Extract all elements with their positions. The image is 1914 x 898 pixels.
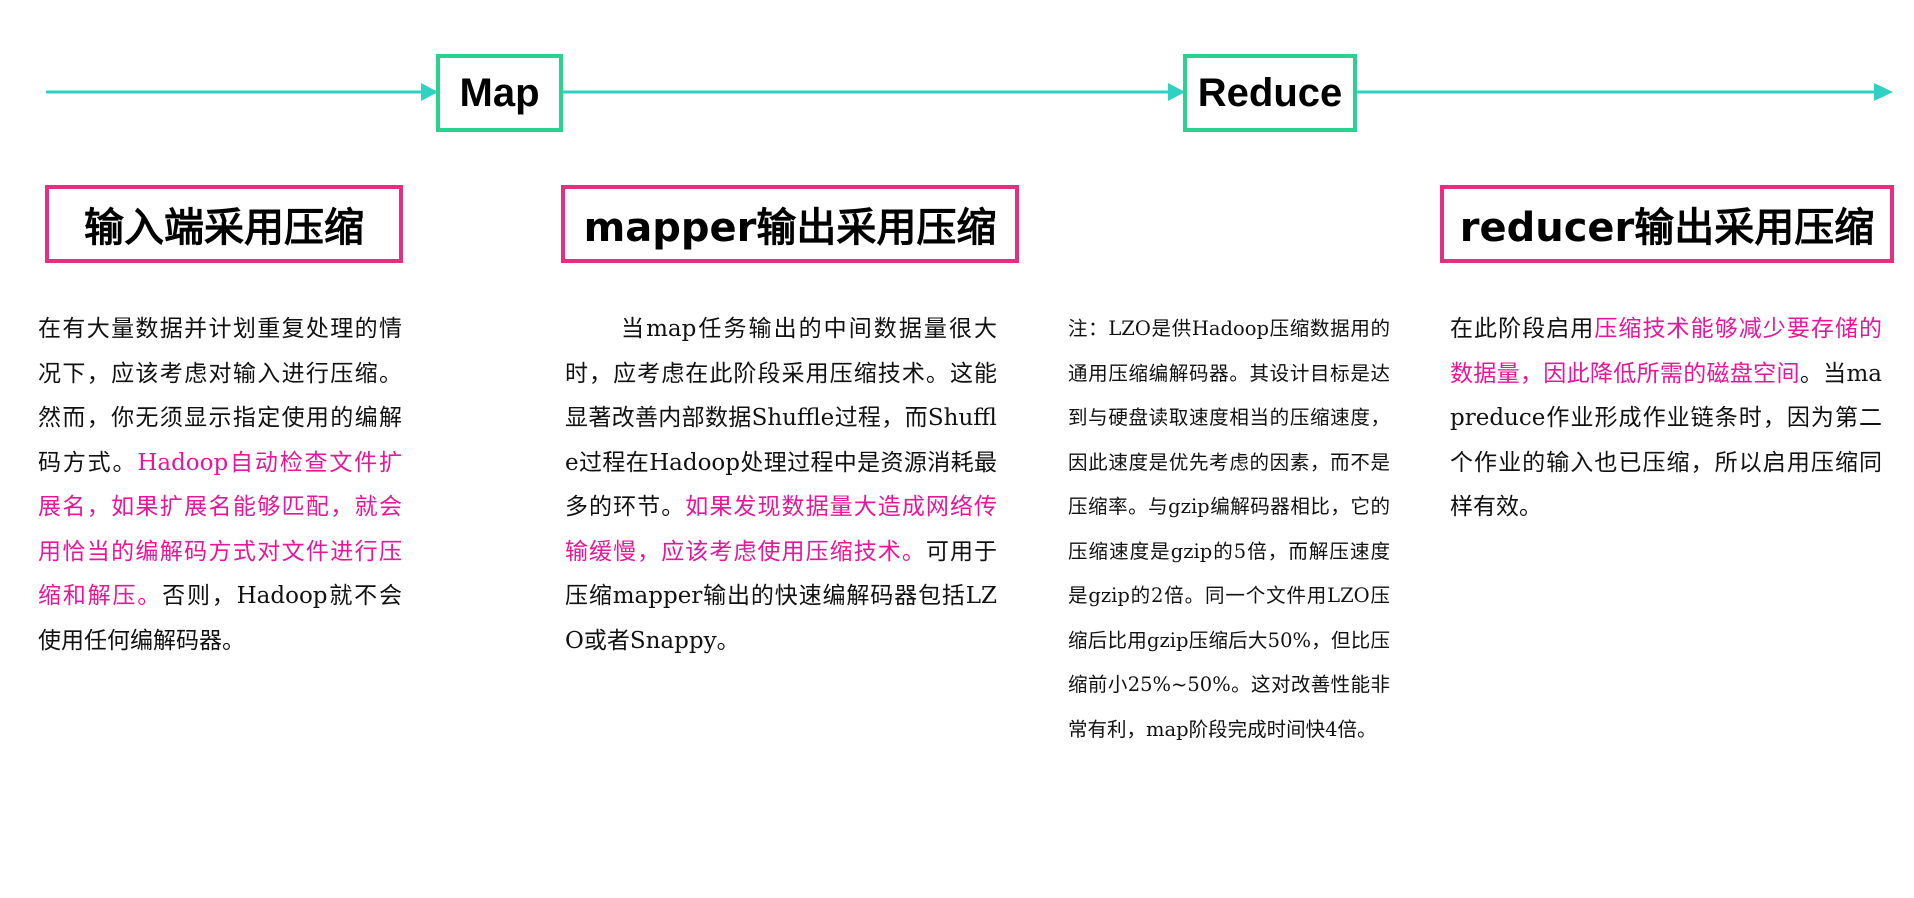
mapper-text-part-1: 当map任务输出的中间数据量很大时，应考虑在此阶段采用压缩技术。这能显著改善内部… [565,316,997,520]
mapper-compression-title: mapper输出采用压缩 [583,205,997,251]
reducer-compression-title-box: reducer输出采用压缩 [1440,185,1894,263]
reducer-text-part-1: 在此阶段启用 [1450,316,1595,342]
input-compression-title-box: 输入端采用压缩 [45,185,403,263]
reducer-compression-description: 在此阶段启用压缩技术能够减少要存储的数据量，因此降低所需的磁盘空间。当mapre… [1450,307,1882,530]
map-stage-label: Map [459,70,540,115]
input-compression-title: 输入端采用压缩 [84,205,364,251]
lzo-note-text: 注：LZO是供Hadoop压缩数据用的通用压缩编解码器。其设计目标是达到与硬盘读… [1068,317,1390,741]
reduce-stage-label: Reduce [1197,70,1343,115]
mapper-compression-title-box: mapper输出采用压缩 [561,185,1019,263]
lzo-note: 注：LZO是供Hadoop压缩数据用的通用压缩编解码器。其设计目标是达到与硬盘读… [1068,307,1390,752]
reducer-compression-title: reducer输出采用压缩 [1459,205,1875,251]
mapper-compression-description: 当map任务输出的中间数据量很大时，应考虑在此阶段采用压缩技术。这能显著改善内部… [565,307,997,663]
map-stage-box: Map [436,54,563,132]
reduce-stage-box: Reduce [1183,54,1357,132]
input-compression-description: 在有大量数据并计划重复处理的情况下，应该考虑对输入进行压缩。然而，你无须显示指定… [38,307,402,663]
arrowhead-end [1874,83,1893,101]
